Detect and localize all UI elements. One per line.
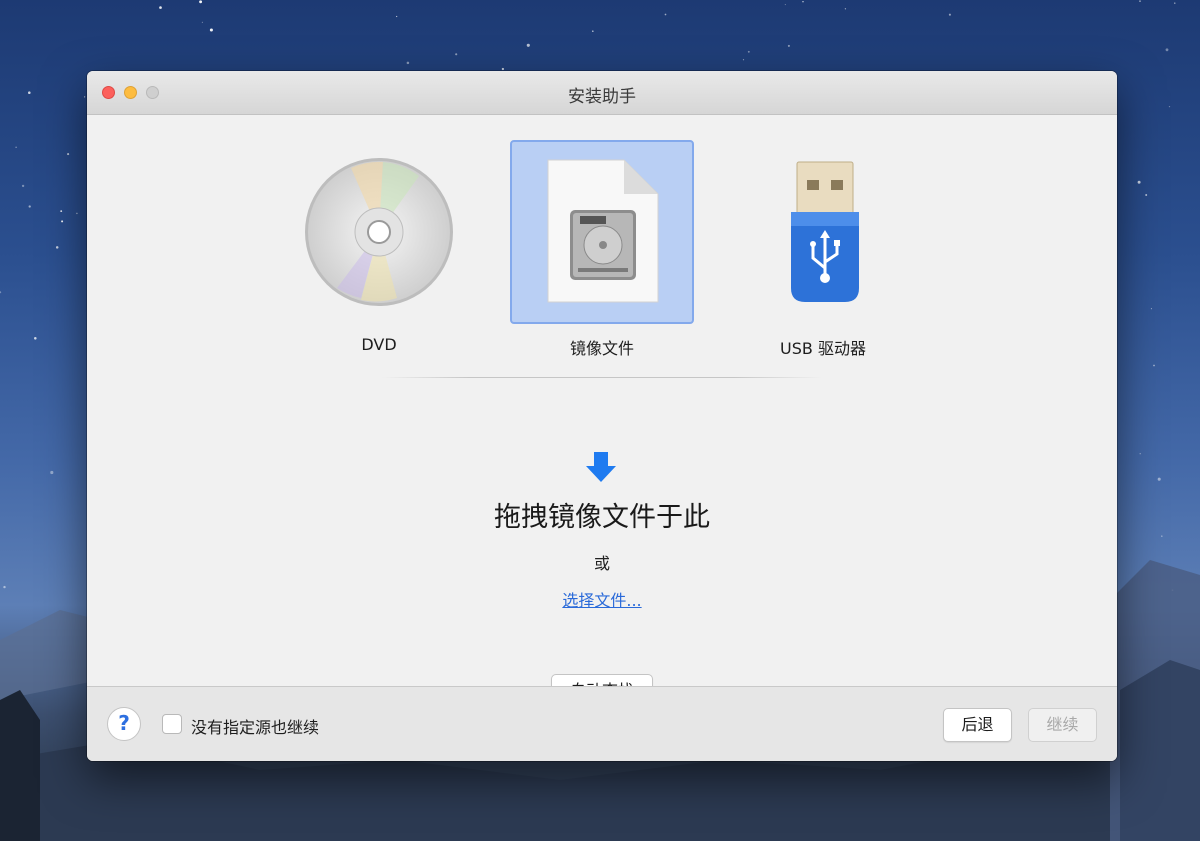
section-divider <box>382 377 822 378</box>
bottom-bar: ? 没有指定源也继续 后退 继续 <box>87 686 1117 761</box>
continue-without-source-checkbox[interactable] <box>162 714 182 734</box>
choose-file-link[interactable]: 选择文件... <box>87 587 1117 611</box>
window-title: 安装助手 <box>568 87 636 107</box>
continue-button[interactable]: 继续 <box>1028 708 1097 742</box>
down-arrow-icon <box>586 452 616 482</box>
main-content: DVD 镜像文件 USB 驱动器 拖拽镜像文件于此 或 选择文件... <box>87 115 1117 708</box>
or-separator-text: 或 <box>593 554 610 573</box>
source-dvd-label: DVD <box>361 335 397 354</box>
continue-without-source-label[interactable]: 没有指定源也继续 <box>191 714 319 738</box>
title-bar: 安装助手 <box>87 71 1117 115</box>
source-image-file[interactable] <box>510 140 694 324</box>
back-button[interactable]: 后退 <box>943 708 1012 742</box>
source-usb-drive-label: USB 驱动器 <box>780 339 866 358</box>
help-button[interactable]: ? <box>107 707 141 741</box>
installation-assistant-window: 安装助手 DVD 镜像文件 USB 驱动器 拖拽镜像文件于此 或 选择文件...… <box>87 71 1117 761</box>
source-usb-drive[interactable] <box>733 140 917 324</box>
source-dvd[interactable] <box>289 140 473 324</box>
drop-zone-title: 拖拽镜像文件于此 <box>494 502 710 533</box>
dvd-disc-icon <box>305 158 453 306</box>
source-image-file-label: 镜像文件 <box>569 339 634 358</box>
image-file-icon <box>547 159 659 303</box>
usb-drive-icon <box>791 161 859 302</box>
